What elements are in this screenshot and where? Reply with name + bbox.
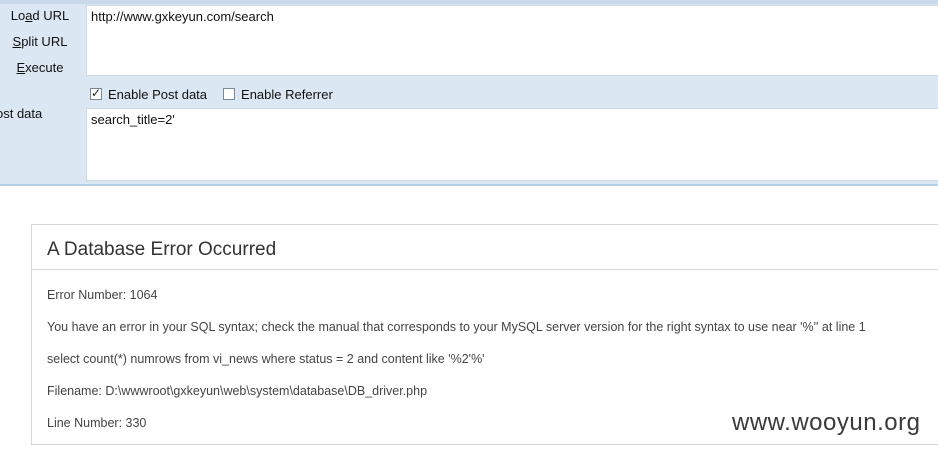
enable-referrer-label: Enable Referrer (241, 86, 333, 102)
split-url-button[interactable]: Split URL (0, 31, 80, 53)
url-textarea[interactable]: http://www.gxkeyun.com/search (86, 5, 938, 76)
error-title: A Database Error Occurred (47, 239, 277, 260)
split-url-accesskey: S (12, 34, 22, 49)
enable-post-checkbox[interactable] (90, 86, 102, 100)
load-url-label-a: Lo (10, 8, 26, 23)
error-number: Error Number: 1064 (47, 288, 158, 302)
execute-button[interactable]: Execute (0, 57, 80, 79)
post-data-textarea[interactable]: search_title=2' (86, 108, 938, 181)
options-row: Enable Post data Enable Referrer (86, 84, 333, 104)
load-url-label-b: d URL (32, 8, 70, 23)
error-query: select count(*) numrows from vi_news whe… (47, 352, 485, 366)
enable-post-label: Enable Post data (108, 86, 208, 102)
post-data-label: ost data (0, 106, 43, 121)
enable-referrer-option[interactable]: Enable Referrer (223, 87, 333, 102)
hackbar-top-border (0, 0, 938, 4)
enable-post-option[interactable]: Enable Post data (90, 86, 208, 102)
error-divider (32, 269, 938, 270)
hackbar-panel: Load URL Split URL Execute http://www.gx… (0, 0, 938, 186)
split-url-label-b: plit URL (21, 34, 68, 49)
hackbar-button-column: Load URL Split URL Execute (0, 0, 86, 184)
error-filename: Filename: D:\wwwroot\gxkeyun\web\system\… (47, 384, 428, 398)
load-url-button[interactable]: Load URL (0, 5, 80, 27)
wooyun-watermark: www.wooyun.org (732, 409, 921, 436)
error-line-number: Line Number: 330 (47, 416, 147, 430)
execute-accesskey: E (16, 60, 26, 75)
execute-label-b: xecute (25, 60, 64, 75)
enable-referrer-checkbox[interactable] (223, 88, 236, 100)
error-message: You have an error in your SQL syntax; ch… (47, 320, 866, 334)
